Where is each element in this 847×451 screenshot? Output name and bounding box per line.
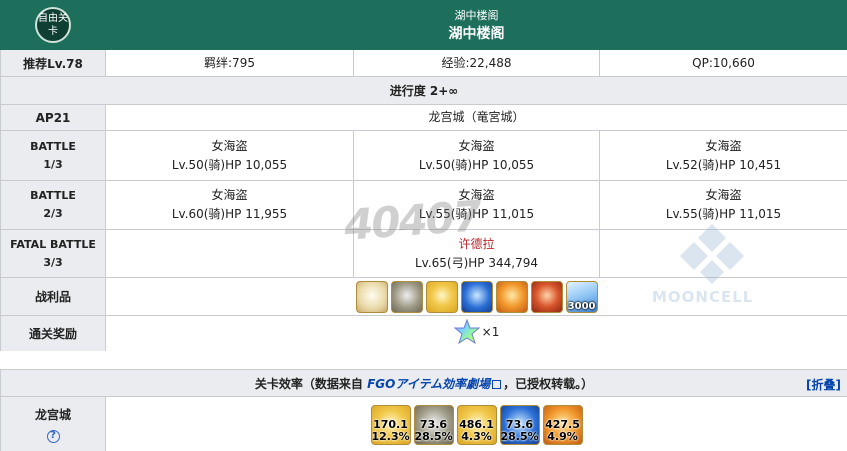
bond-points: 羁绊:795 bbox=[105, 49, 354, 77]
boss-name[interactable]: 许德拉 bbox=[354, 235, 599, 254]
clear-reward-label: 通关奖励 bbox=[0, 315, 106, 352]
enemy-stats: Lv.50(骑)HP 10,055 bbox=[418, 157, 535, 172]
gold-gem-icon[interactable] bbox=[425, 280, 458, 313]
quest-header: 湖中楼阁 湖中楼阁 bbox=[105, 0, 847, 50]
efficiency-row-label: 龙宫城 ? bbox=[0, 396, 106, 451]
location-name: 龙宫城（竜宮城） bbox=[105, 104, 847, 131]
urn-icon[interactable] bbox=[355, 280, 388, 313]
enemy-stats: Lv.55(骑)HP 11,015 bbox=[418, 207, 535, 221]
enemy-stats: Lv.52(骑)HP 10,451 bbox=[665, 157, 782, 172]
gold-gem-icon[interactable]: 170.1 12.3% bbox=[370, 404, 411, 445]
enemy-cell: 女海盗 Lv.55(骑)HP 11,015 bbox=[353, 180, 600, 230]
gold-gem-icon[interactable]: 486.1 4.3% bbox=[456, 404, 497, 445]
qp-reward: QP:10,660 bbox=[599, 49, 847, 77]
fatal-battle-label: FATAL BATTLE 3/3 bbox=[0, 229, 106, 278]
boss-stats: Lv.65(弓)HP 344,794 bbox=[414, 255, 538, 270]
enemy-name[interactable]: 女海盗 bbox=[354, 186, 599, 205]
enemy-cell-empty bbox=[599, 229, 847, 278]
efficiency-table: 关卡效率（数据来自 FGOアイテム効率劇場 ，已授权转载。） [折叠] 龙宫城 ?… bbox=[0, 369, 847, 451]
enemy-cell: 女海盗 Lv.50(骑)HP 10,055 bbox=[353, 130, 600, 181]
section-gap bbox=[0, 351, 847, 369]
orange-piece-icon[interactable] bbox=[495, 280, 528, 313]
ring-icon[interactable] bbox=[390, 280, 423, 313]
enemy-stats: Lv.60(骑)HP 11,955 bbox=[171, 207, 288, 221]
free-quest-badge: 自由关卡 bbox=[35, 7, 71, 43]
quest-type-badge-cell: 自由关卡 bbox=[0, 0, 106, 50]
source-link[interactable]: FGOアイテム効率劇場 bbox=[367, 377, 490, 391]
external-link-icon bbox=[492, 379, 502, 389]
enemy-name[interactable]: 女海盗 bbox=[600, 137, 847, 156]
enemy-cell-empty bbox=[105, 229, 354, 278]
enemy-name[interactable]: 女海盗 bbox=[354, 137, 599, 156]
red-monument-icon[interactable] bbox=[530, 280, 563, 313]
quest-subtitle: 湖中楼阁 bbox=[454, 9, 499, 22]
enemy-stats: Lv.50(骑)HP 10,055 bbox=[171, 157, 288, 172]
orange-piece-icon[interactable]: 427.5 4.9% bbox=[542, 404, 583, 445]
enemy-name[interactable]: 女海盗 bbox=[600, 186, 847, 205]
enemy-stats: Lv.55(骑)HP 11,015 bbox=[665, 207, 782, 221]
exp-points: 经验:22,488 bbox=[353, 49, 600, 77]
enemy-name[interactable]: 女海盗 bbox=[106, 137, 353, 156]
blue-orb-icon[interactable]: 73.6 28.5% bbox=[499, 404, 540, 445]
boss-cell: 许德拉 Lv.65(弓)HP 344,794 bbox=[353, 229, 600, 278]
battle-1-label: BATTLE 1/3 bbox=[0, 130, 106, 181]
collapse-toggle[interactable]: [折叠] bbox=[806, 376, 841, 393]
crystal-count: 3000 bbox=[567, 300, 596, 312]
progress-label: 进行度 2+∞ bbox=[0, 76, 847, 105]
clear-reward-count: ×1 bbox=[481, 325, 500, 339]
loot-items: 3000 bbox=[105, 277, 847, 316]
enemy-cell: 女海盗 Lv.60(骑)HP 11,955 bbox=[105, 180, 354, 230]
quest-title: 湖中楼阁 bbox=[448, 26, 505, 42]
help-icon[interactable]: ? bbox=[46, 430, 60, 443]
saint-quartz-icon[interactable] bbox=[453, 319, 480, 345]
ring-icon[interactable]: 73.6 28.5% bbox=[413, 404, 454, 445]
recommended-level: 推荐Lv.78 bbox=[0, 49, 106, 77]
enemy-cell: 女海盗 Lv.52(骑)HP 10,451 bbox=[599, 130, 847, 181]
blue-orb-icon[interactable] bbox=[460, 280, 493, 313]
loot-label: 战利品 bbox=[0, 277, 106, 316]
ap-cost: AP21 bbox=[0, 104, 106, 131]
enemy-name[interactable]: 女海盗 bbox=[106, 186, 353, 205]
efficiency-items: 170.1 12.3% 73.6 28.5% 486.1 4.3% 73.6 28.5%… bbox=[105, 396, 847, 451]
efficiency-title: 关卡效率（数据来自 FGOアイテム効率劇場 ，已授权转载。） [折叠] bbox=[0, 369, 847, 397]
clear-reward-cell: ×1 bbox=[105, 315, 847, 352]
enemy-cell: 女海盗 Lv.55(骑)HP 11,015 bbox=[599, 180, 847, 230]
quest-table: 自由关卡 湖中楼阁 湖中楼阁 推荐Lv.78 羁绊:795 经验:22,488 … bbox=[0, 0, 847, 352]
battle-2-label: BATTLE 2/3 bbox=[0, 180, 106, 230]
crystal-icon[interactable]: 3000 bbox=[565, 280, 598, 313]
enemy-cell: 女海盗 Lv.50(骑)HP 10,055 bbox=[105, 130, 354, 181]
